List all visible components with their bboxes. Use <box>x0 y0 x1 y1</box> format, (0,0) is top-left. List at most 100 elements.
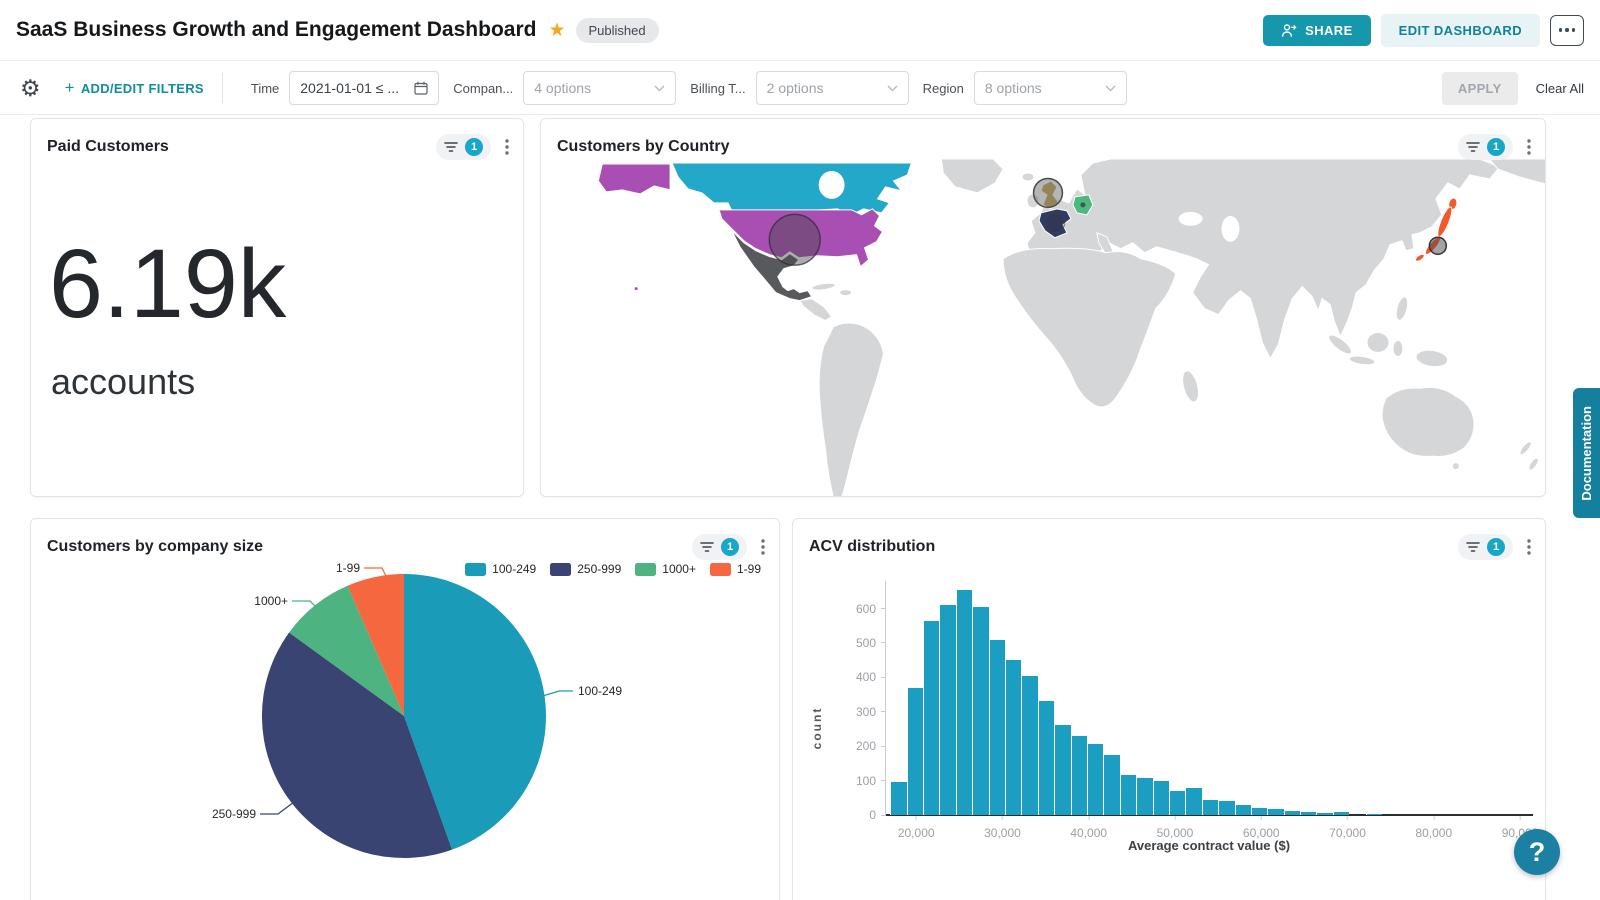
histogram-bar[interactable] <box>1054 725 1070 815</box>
time-filter-value: 2021-01-01 ≤ ... <box>300 80 399 96</box>
histogram-bar[interactable] <box>1202 800 1218 815</box>
y-tick: 600 <box>856 602 886 616</box>
pie-chart[interactable]: 1-99 1000+ 250-999 100-249 <box>31 556 780 900</box>
histogram-bar[interactable] <box>890 782 906 815</box>
company-filter-label: Compan... <box>453 81 513 96</box>
filter-lines-icon <box>700 541 714 553</box>
favorite-star-icon[interactable]: ★ <box>548 19 565 42</box>
kebab-menu-icon[interactable] <box>1527 139 1531 155</box>
histogram-bar[interactable] <box>972 607 988 815</box>
widget-title: ACV distribution <box>809 538 935 556</box>
map-canada[interactable] <box>672 163 911 215</box>
kpi-value: 6.19k <box>49 231 286 338</box>
map-chukotka <box>1490 159 1546 184</box>
histogram-bar[interactable] <box>1284 811 1300 815</box>
histogram-bar[interactable] <box>1021 676 1037 815</box>
legend-item[interactable]: 1000+ <box>635 562 696 576</box>
map-hudson-bay <box>819 171 845 199</box>
map-greenland <box>941 159 1003 193</box>
histogram-bar[interactable] <box>1251 808 1267 815</box>
histogram-bar[interactable] <box>1038 701 1054 815</box>
histogram-bar[interactable] <box>939 605 955 815</box>
map-australia <box>1382 387 1474 456</box>
map-bubble-germany[interactable] <box>1080 202 1085 207</box>
add-edit-filters-button[interactable]: + ADD/EDIT FILTERS <box>65 78 204 98</box>
share-button[interactable]: SHARE <box>1263 15 1371 46</box>
map-bubble-us[interactable] <box>769 214 820 265</box>
legend-swatch <box>710 563 731 576</box>
histogram-bar[interactable] <box>1153 781 1169 815</box>
more-options-button[interactable] <box>1550 15 1584 46</box>
legend-label: 250-999 <box>577 562 621 576</box>
page-title: SaaS Business Growth and Engagement Dash… <box>16 18 536 42</box>
help-button[interactable]: ? <box>1514 829 1560 875</box>
company-filter-select[interactable]: 4 options <box>523 71 676 105</box>
billing-filter-value: 2 options <box>767 80 824 96</box>
histogram-bar[interactable] <box>1366 814 1382 815</box>
map-bubble-uk[interactable] <box>1034 178 1063 207</box>
histogram-bar[interactable] <box>1235 805 1251 815</box>
map-bubble-japan[interactable] <box>1429 237 1446 254</box>
histogram-bar[interactable] <box>1005 660 1021 815</box>
billing-filter-select[interactable]: 2 options <box>756 71 909 105</box>
widget-paid-customers: Paid Customers 1 6.19k accounts <box>30 118 524 497</box>
filter-lines-icon <box>1466 141 1480 153</box>
published-badge: Published <box>576 18 659 43</box>
legend-label: 1-99 <box>737 562 761 576</box>
map-bubble-france[interactable] <box>1045 213 1065 233</box>
widget-filter-chip[interactable]: 1 <box>692 534 747 560</box>
region-filter-label: Region <box>923 81 964 96</box>
map-philippines <box>1394 296 1410 322</box>
filter-count-badge: 1 <box>465 138 483 156</box>
widget-filter-chip[interactable]: 1 <box>1458 134 1513 160</box>
share-button-label: SHARE <box>1305 23 1353 38</box>
histogram-bar[interactable] <box>907 688 923 815</box>
widget-filter-chip[interactable]: 1 <box>1458 534 1513 560</box>
histogram-bar[interactable] <box>1120 775 1136 815</box>
histogram-bar[interactable] <box>1071 736 1087 815</box>
map-new-guinea <box>1415 348 1449 368</box>
world-map[interactable] <box>541 159 1546 497</box>
kebab-menu-icon[interactable] <box>761 539 765 555</box>
edit-dashboard-button[interactable]: EDIT DASHBOARD <box>1381 14 1540 47</box>
documentation-tab[interactable]: Documentation <box>1573 388 1600 518</box>
histogram-bar[interactable] <box>1300 812 1316 815</box>
map-new-zealand <box>1527 457 1540 472</box>
legend-item[interactable]: 1-99 <box>710 562 761 576</box>
histogram-bar[interactable] <box>956 590 972 815</box>
histogram-bar[interactable] <box>1087 744 1103 815</box>
app-header: SaaS Business Growth and Engagement Dash… <box>0 0 1600 61</box>
company-filter-value: 4 options <box>534 80 591 96</box>
legend-item[interactable]: 250-999 <box>550 562 621 576</box>
kebab-menu-icon[interactable] <box>505 139 509 155</box>
calendar-icon <box>414 81 428 95</box>
time-filter-input[interactable]: 2021-01-01 ≤ ... <box>289 71 439 105</box>
map-sulawesi <box>1393 340 1403 356</box>
kebab-menu-icon[interactable] <box>1527 539 1531 555</box>
plus-icon: + <box>65 78 75 98</box>
widget-filter-chip[interactable]: 1 <box>436 134 491 160</box>
map-south-america <box>819 323 883 497</box>
legend-item[interactable]: 100-249 <box>465 562 536 576</box>
histogram-bar[interactable] <box>1218 801 1234 815</box>
chevron-down-icon <box>654 85 665 92</box>
region-filter-value: 8 options <box>985 80 1042 96</box>
settings-gear-icon[interactable]: ⚙ <box>20 75 41 102</box>
histogram-bar[interactable] <box>923 621 939 815</box>
histogram-bar[interactable] <box>1169 791 1185 815</box>
map-alaska[interactable] <box>598 164 670 194</box>
histogram-bar[interactable] <box>1185 788 1201 815</box>
histogram-bar[interactable] <box>1136 778 1152 815</box>
dashboard-page: SaaS Business Growth and Engagement Dash… <box>0 0 1600 900</box>
widget-customers-by-company-size: Customers by company size 1 100-249250-9… <box>30 518 780 900</box>
pie-label: 1000+ <box>254 594 288 608</box>
histogram-plot[interactable]: 010020030040050060020,00030,00040,00050,… <box>885 581 1533 815</box>
histogram-bar[interactable] <box>1103 755 1119 815</box>
region-filter-select[interactable]: 8 options <box>974 71 1127 105</box>
clear-all-button[interactable]: Clear All <box>1536 81 1584 96</box>
apply-button[interactable]: APPLY <box>1442 72 1518 105</box>
histogram-bar[interactable] <box>989 640 1005 815</box>
add-edit-filters-label: ADD/EDIT FILTERS <box>81 81 204 96</box>
map-new-zealand <box>1518 440 1533 456</box>
chevron-down-icon <box>1105 85 1116 92</box>
